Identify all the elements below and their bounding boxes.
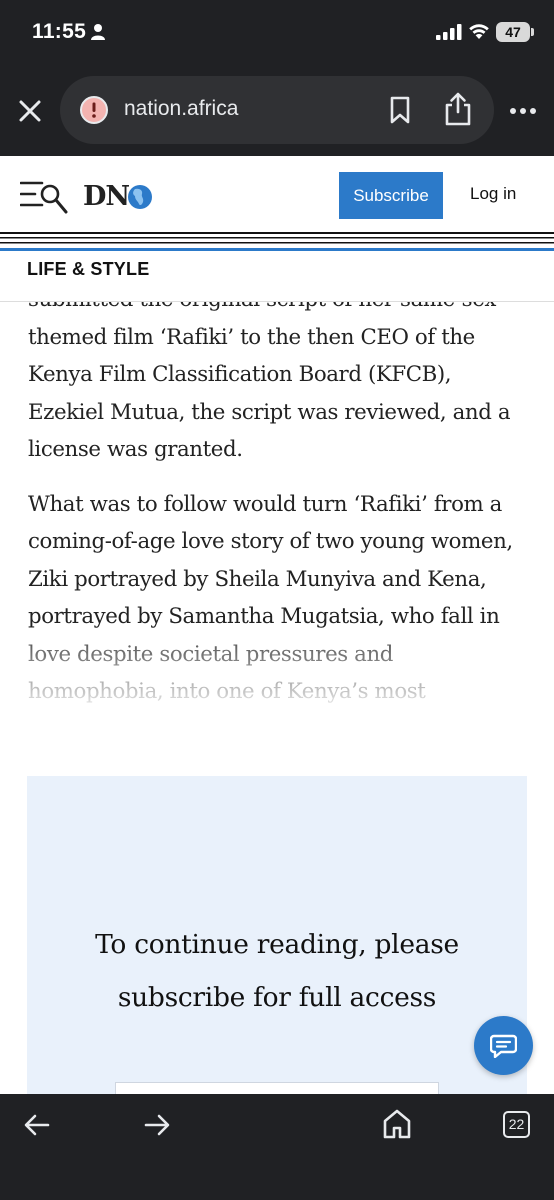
address-bar[interactable]: nation.africa [60, 76, 494, 144]
header-divider [0, 232, 554, 251]
url-text[interactable]: nation.africa [124, 97, 238, 121]
logo-text: DN [83, 181, 130, 212]
browser-toolbar: nation.africa [0, 66, 554, 156]
paywall-message: To continue reading, please subscribe fo… [27, 918, 527, 1024]
globe-icon [128, 185, 152, 209]
more-vert-icon[interactable] [506, 96, 540, 126]
section-label[interactable]: LIFE & STYLE [27, 259, 149, 280]
battery-indicator: 47 [496, 22, 534, 42]
chat-button[interactable] [474, 1016, 533, 1075]
menu-search-icon[interactable] [20, 178, 68, 214]
article-fade [0, 632, 554, 710]
site-logo[interactable]: DN [83, 180, 155, 214]
close-icon[interactable] [10, 91, 50, 131]
bookmark-icon[interactable] [384, 94, 416, 126]
paywall: To continue reading, please subscribe fo… [27, 776, 527, 1112]
signal-icon [436, 24, 462, 40]
home-icon[interactable] [382, 1108, 412, 1140]
paywall-line: To continue reading, please [95, 929, 459, 960]
browser-bottom-bar: 22 [0, 1094, 554, 1200]
arrow-left-icon[interactable] [22, 1110, 52, 1140]
chat-icon [490, 1034, 517, 1058]
paywall-line: subscribe for full access [117, 982, 437, 1013]
site-header: DN Subscribe Log in [0, 156, 554, 236]
alert-icon[interactable] [79, 95, 109, 125]
wifi-icon [469, 24, 489, 39]
article-body: submitted the original script of her sam… [0, 302, 554, 710]
status-time: 11:55 [32, 20, 87, 43]
article-paragraph: submitted the original script of her sam… [28, 302, 511, 462]
subscribe-button[interactable]: Subscribe [339, 172, 443, 219]
section-bar: LIFE & STYLE [0, 254, 554, 302]
arrow-right-icon[interactable] [142, 1110, 172, 1140]
person-icon [91, 24, 105, 40]
status-bar: 11:55 47 [0, 0, 554, 66]
tab-switcher-button[interactable]: 22 [503, 1111, 530, 1138]
share-icon[interactable] [442, 91, 474, 127]
login-link[interactable]: Log in [470, 184, 516, 204]
